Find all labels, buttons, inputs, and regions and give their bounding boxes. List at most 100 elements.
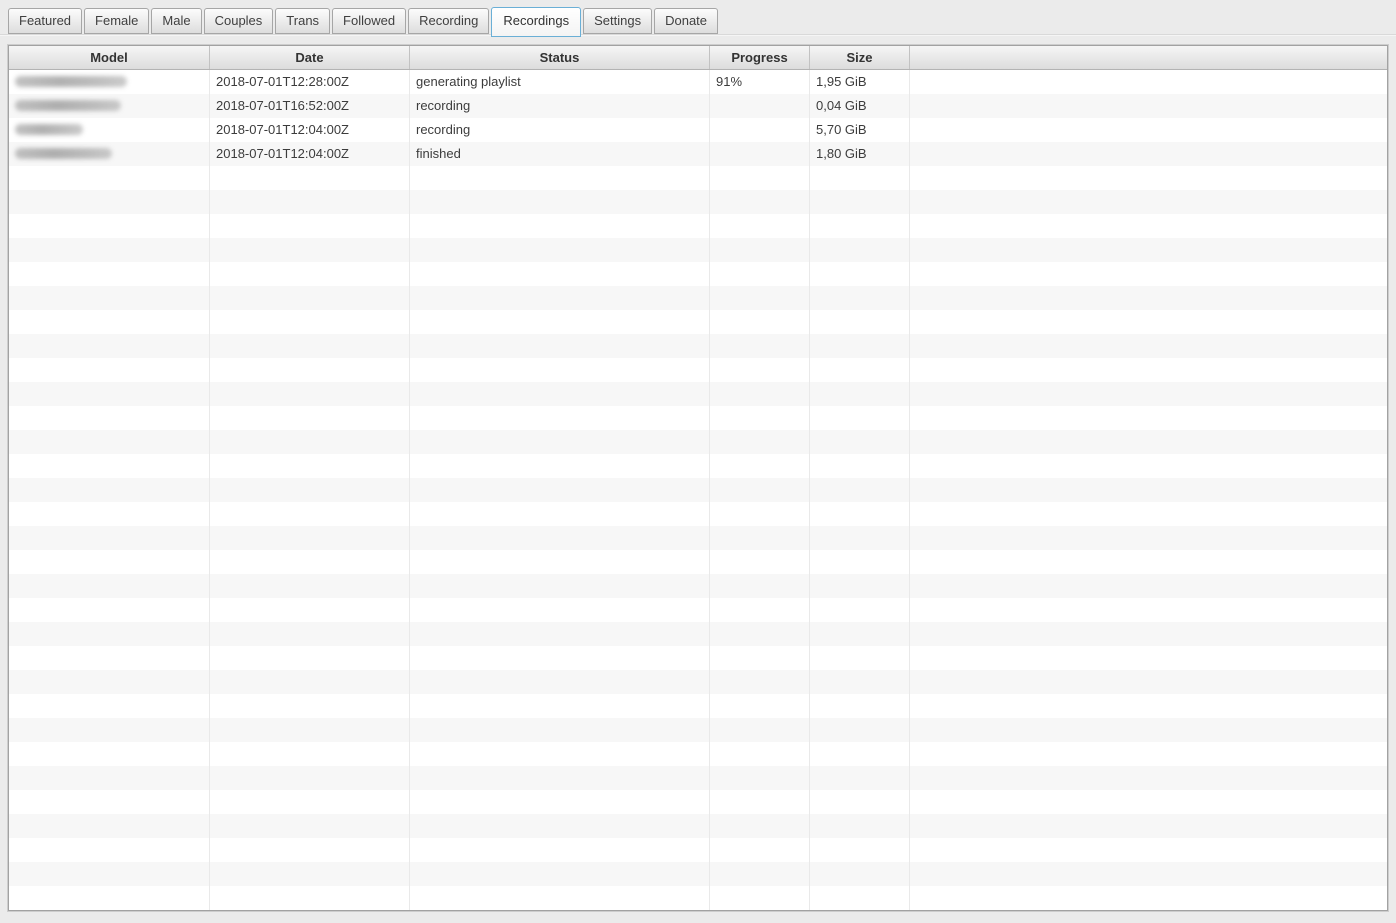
cell-model [9,190,210,214]
tab-female[interactable]: Female [84,8,150,34]
empty-row [9,598,1387,622]
cell-date [210,382,410,406]
column-header-progress[interactable]: Progress [710,46,810,69]
cell-model [9,454,210,478]
cell-model [9,406,210,430]
cell-progress [710,238,810,262]
tab-trans[interactable]: Trans [275,8,331,34]
cell-date [210,790,410,814]
cell-model [9,814,210,838]
cell-date [210,310,410,334]
tab-couples[interactable]: Couples [203,8,274,34]
cell-status [410,502,710,526]
cell-status [410,814,710,838]
cell-progress [710,886,810,910]
cell-size [810,526,910,550]
cell-date [210,622,410,646]
empty-row [9,574,1387,598]
cell-filler [910,862,1387,886]
cell-date [210,502,410,526]
cell-size [810,598,910,622]
cell-progress [710,454,810,478]
cell-size [810,646,910,670]
column-header-status[interactable]: Status [410,46,710,69]
cell-model [9,790,210,814]
cell-size [810,766,910,790]
cell-model [9,646,210,670]
cell-filler [910,214,1387,238]
cell-date [210,718,410,742]
empty-row [9,622,1387,646]
cell-model [9,430,210,454]
cell-progress [710,478,810,502]
cell-model [9,598,210,622]
cell-progress [710,286,810,310]
cell-size: 1,80 GiB [810,142,910,166]
cell-progress: 91% [710,70,810,94]
cell-progress [710,502,810,526]
column-header-date[interactable]: Date [210,46,410,69]
cell-date [210,670,410,694]
cell-model [9,94,210,118]
table-row[interactable]: 2018-07-01T12:28:00Z generating playlist 9… [9,70,1387,94]
empty-row [9,886,1387,910]
cell-date [210,886,410,910]
tab-bar: Featured Female Male Couples Trans Followed Re… [0,0,1396,37]
cell-size [810,382,910,406]
column-header-size[interactable]: Size [810,46,910,69]
cell-filler [910,502,1387,526]
cell-date [210,286,410,310]
tab-featured[interactable]: Featured [8,8,83,34]
cell-size [810,334,910,358]
cell-filler [910,526,1387,550]
empty-row [9,766,1387,790]
redacted-model-name [15,124,83,135]
table-row[interactable]: 2018-07-01T12:04:00Z finished 1,80 GiB [9,142,1387,166]
cell-status [410,622,710,646]
cell-filler [910,790,1387,814]
tab-recordings[interactable]: Recordings [491,7,582,37]
column-header-model[interactable]: Model [9,46,210,69]
cell-progress [710,526,810,550]
cell-filler [910,334,1387,358]
cell-status [410,718,710,742]
tab-followed[interactable]: Followed [332,8,407,34]
cell-date [210,262,410,286]
tab-recording[interactable]: Recording [408,8,490,34]
tab-male[interactable]: Male [151,8,202,34]
cell-size [810,166,910,190]
empty-row [9,790,1387,814]
cell-progress [710,622,810,646]
cell-filler [910,838,1387,862]
cell-filler [910,814,1387,838]
table-row[interactable]: 2018-07-01T16:52:00Z recording 0,04 GiB [9,94,1387,118]
empty-row [9,262,1387,286]
cell-size [810,790,910,814]
cell-model [9,166,210,190]
cell-filler [910,70,1387,94]
cell-size [810,574,910,598]
cell-size: 5,70 GiB [810,118,910,142]
cell-status [410,166,710,190]
cell-model [9,670,210,694]
cell-filler [910,94,1387,118]
cell-date [210,190,410,214]
cell-size [810,358,910,382]
cell-date: 2018-07-01T12:28:00Z [210,70,410,94]
cell-filler [910,622,1387,646]
cell-progress [710,694,810,718]
table-row[interactable]: 2018-07-01T12:04:00Z recording 5,70 GiB [9,118,1387,142]
cell-progress [710,790,810,814]
tab-donate[interactable]: Donate [654,8,719,34]
cell-date [210,430,410,454]
cell-status [410,406,710,430]
cell-progress [710,406,810,430]
cell-filler [910,238,1387,262]
cell-status [410,574,710,598]
cell-date: 2018-07-01T16:52:00Z [210,94,410,118]
cell-size [810,454,910,478]
cell-status [410,742,710,766]
tab-settings[interactable]: Settings [583,8,653,34]
cell-model [9,334,210,358]
cell-size [810,430,910,454]
